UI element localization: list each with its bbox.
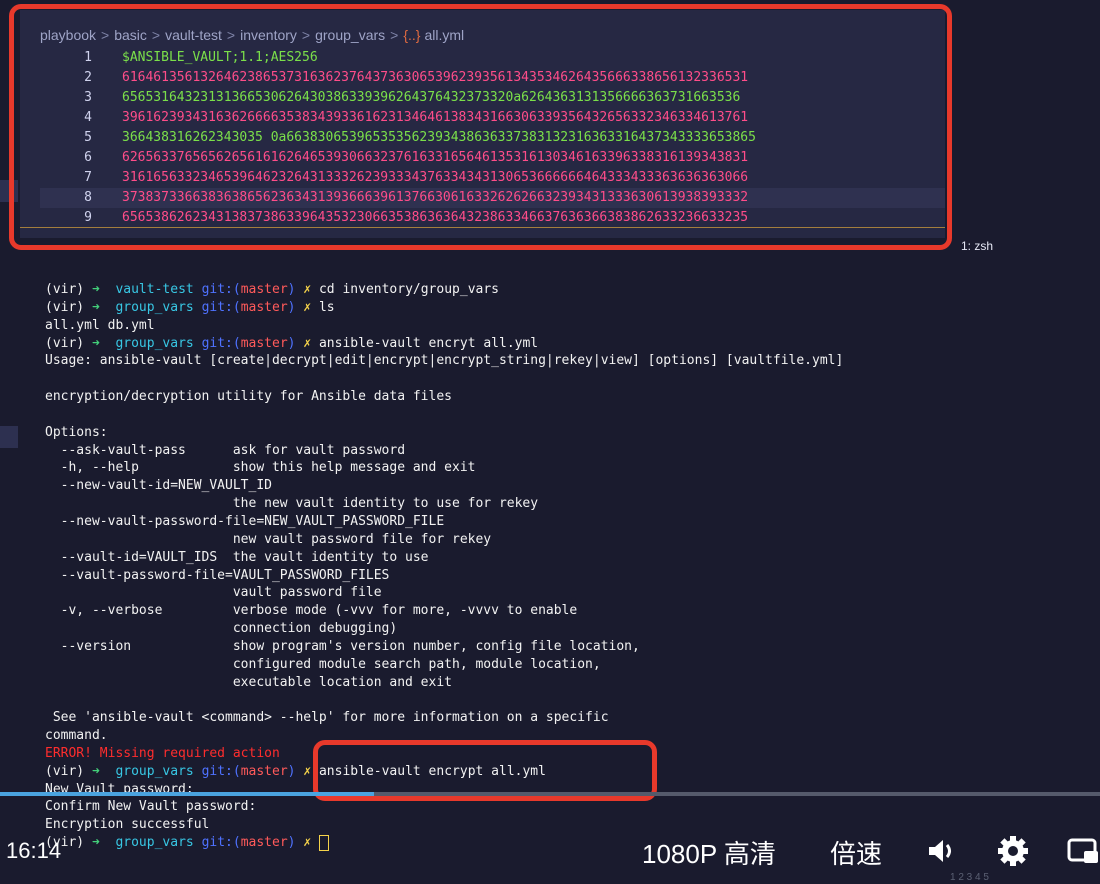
prompt-dirty-icon: ✗ [303,299,312,315]
settings-gear-icon[interactable] [996,834,1030,868]
help-output-line: vault password file [45,585,382,601]
video-progress-fill [0,792,374,796]
prompt-branch: master [240,282,288,297]
quality-button[interactable]: 1080P 高清 [642,834,776,871]
prompt-git-close: ) [287,299,296,315]
help-output-line: --version show program's version number,… [45,638,640,654]
prompt-git-close: ) [287,763,296,779]
prompt-dirty-icon: ✗ [303,335,312,351]
help-output-line [45,370,1085,388]
help-output-line: encryption/decryption utility for Ansibl… [45,389,452,405]
help-output-line: -h, --help show this help message and ex… [45,460,476,476]
terminal-output-line: all.yml db.yml [45,317,155,333]
command-text: ls [318,299,335,315]
prompt-git: git:( [201,335,241,351]
help-output-line [45,406,1085,424]
terminal-command-line: (vir) ➜ group_vars git:(master) ✗ ansibl… [45,335,1085,353]
terminal-tab-zsh[interactable]: 1: zsh [961,239,993,253]
speed-button[interactable]: 倍速 [830,834,882,871]
terminal-output-line: Confirm New Vault password: [45,799,257,815]
picture-in-picture-icon[interactable] [1066,834,1100,868]
prompt-venv: (vir) [45,299,85,315]
help-output-line: the new vault identity to use for rekey [45,496,539,512]
prompt-directory: group_vars [115,335,194,351]
prompt-git: git:( [201,282,241,297]
prompt-dirty-icon: ✗ [303,763,312,779]
video-controls: 16:14 1080P 高清 倍速 [0,820,1100,880]
prompt-directory: group_vars [115,299,194,315]
help-output-line: Options: [45,424,108,440]
prompt-branch: master [240,763,288,779]
prompt-branch: master [240,335,288,351]
command-text: cd inventory/group_vars [318,282,499,297]
prompt-arrow-icon: ➜ [91,282,100,297]
help-output-line: See 'ansible-vault <command> --help' for… [45,710,609,726]
help-output-line: --vault-id=VAULT_IDS the vault identity … [45,549,429,565]
prompt-venv: (vir) [45,763,85,779]
help-output-line: -v, --verbose verbose mode (-vvv for mor… [45,603,578,619]
prompt-directory: vault-test [115,282,194,297]
terminal-command-line: (vir) ➜ group_vars git:(master) ✗ ls [45,299,1085,317]
highlight-box-editor [9,4,952,250]
prompt-git-close: ) [287,282,296,297]
help-output-line: --new-vault-password-file=NEW_VAULT_PASS… [45,513,445,529]
prompt-git-close: ) [287,335,296,351]
prompt-branch: master [240,299,288,315]
help-output-line: --new-vault-id=NEW_VAULT_ID [45,478,272,494]
prompt-arrow-icon: ➜ [91,335,100,351]
command-text: ansible-vault encryt all.yml [318,335,539,351]
help-output-line: configured module search path, module lo… [45,656,601,672]
prompt-arrow-icon: ➜ [91,763,100,779]
help-output-line: new vault password file for rekey [45,531,492,547]
prompt-arrow-icon: ➜ [91,299,100,315]
prompt-git: git:( [201,763,241,779]
watermark-text: 1 2 3 4 5 [950,872,989,883]
help-output-line: --vault-password-file=VAULT_PASSWORD_FIL… [45,567,390,583]
prompt-venv: (vir) [45,282,85,297]
help-output-line: executable location and exit [45,674,452,690]
terminal-command-line: (vir) ➜ vault-test git:(master) ✗ cd inv… [45,281,1085,299]
help-output-line: Usage: ansible-vault [create|decrypt|edi… [45,353,844,369]
prompt-git: git:( [201,299,241,315]
help-output-line: --ask-vault-pass ask for vault password [45,442,406,458]
prompt-directory: group_vars [115,763,194,779]
video-progress-bar[interactable] [0,792,1100,796]
prompt-dirty-icon: ✗ [303,282,312,297]
current-time: 16:14 [6,838,62,863]
help-output-line: connection debugging) [45,621,398,637]
volume-icon[interactable] [924,834,958,868]
help-output-line [45,691,1085,709]
activity-bar-marker [0,426,18,448]
prompt-venv: (vir) [45,335,85,351]
